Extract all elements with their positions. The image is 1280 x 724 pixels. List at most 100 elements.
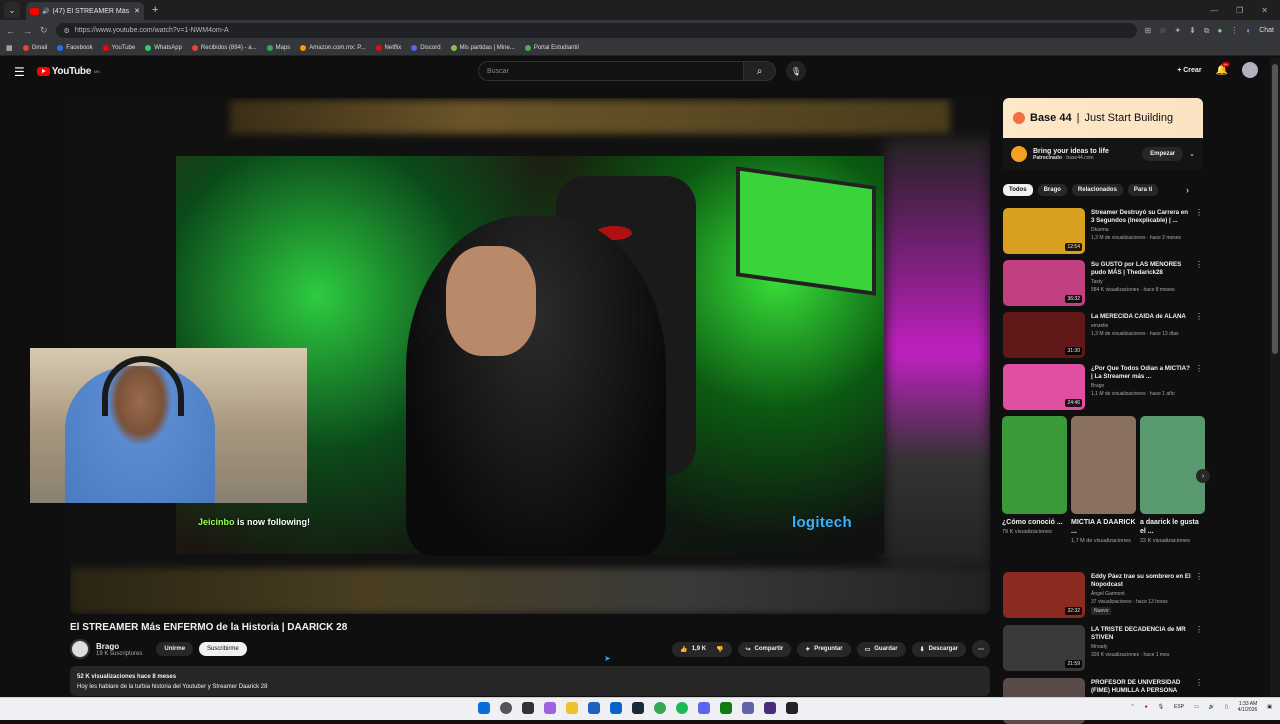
- xbox-icon[interactable]: [720, 702, 732, 714]
- short-thumbnail[interactable]: [1071, 416, 1136, 514]
- terminal-icon[interactable]: [786, 702, 798, 714]
- chat-button[interactable]: Chat: [1259, 27, 1274, 34]
- account-avatar[interactable]: [1242, 62, 1258, 78]
- restore-icon[interactable]: ❐: [1236, 6, 1243, 15]
- notifications-bell-icon[interactable]: 🔔 9+: [1216, 61, 1231, 76]
- download-button[interactable]: ⬇ Descargar: [911, 641, 966, 657]
- tray-mic-icon[interactable]: 🎙: [1158, 704, 1164, 710]
- like-button[interactable]: 👍 1,9 K 👎: [672, 641, 732, 657]
- save-button[interactable]: ▭ Guardar: [856, 641, 906, 657]
- bookmark-item[interactable]: YouTube: [102, 45, 135, 51]
- menu-dots-icon[interactable]: ⋮: [1230, 26, 1238, 35]
- scrollbar-thumb[interactable]: [1272, 64, 1278, 354]
- profile-icon[interactable]: ●: [1218, 26, 1223, 35]
- battery-icon[interactable]: ▯: [1225, 704, 1228, 710]
- more-options-icon[interactable]: ⋮: [1195, 364, 1203, 410]
- chrome-icon[interactable]: [654, 702, 666, 714]
- copilot-taskbar-icon[interactable]: [544, 702, 556, 714]
- video-thumbnail[interactable]: 31:30: [1003, 312, 1085, 358]
- puzzle-icon[interactable]: ⧉: [1204, 26, 1210, 36]
- share-button[interactable]: ↪ Compartir: [737, 641, 792, 657]
- bookmark-item[interactable]: Facebook: [57, 45, 93, 51]
- steam-icon[interactable]: [632, 702, 644, 714]
- filter-chip[interactable]: Para ti: [1127, 184, 1159, 196]
- ad-cta-button[interactable]: Empezar: [1142, 147, 1184, 161]
- voice-search-button[interactable]: 🎙: [786, 61, 806, 81]
- chevron-down-icon[interactable]: ⌄: [1189, 150, 1195, 158]
- site-info-icon[interactable]: ⚙: [64, 27, 70, 35]
- more-options-icon[interactable]: ⋮: [1195, 625, 1203, 671]
- clock[interactable]: 1:33 AM 4/1/2026: [1238, 701, 1257, 713]
- teams-icon[interactable]: [742, 702, 754, 714]
- short-item[interactable]: MICTIA A DAARICK ... 1,7 M de visualizaci…: [1071, 416, 1136, 566]
- close-tab-icon[interactable]: ✕: [134, 7, 140, 15]
- bookmark-item[interactable]: Netflix: [375, 45, 401, 51]
- apps-icon[interactable]: ▦: [6, 44, 13, 52]
- browser-tab-active[interactable]: 🔊 (47) El STREAMER Más ENFERMO ✕: [26, 2, 144, 20]
- video-thumbnail[interactable]: 24:46: [1003, 364, 1085, 410]
- install-icon[interactable]: ⊞: [1145, 26, 1152, 35]
- short-item[interactable]: a daarick le gusta el ... 22 K visualizac…: [1140, 416, 1205, 566]
- store-icon[interactable]: [588, 702, 600, 714]
- network-icon[interactable]: ▭: [1194, 704, 1199, 710]
- more-options-icon[interactable]: ⋮: [1195, 312, 1203, 358]
- reload-icon[interactable]: ↻: [40, 25, 48, 36]
- bookmark-item[interactable]: Maps: [266, 45, 290, 51]
- youtube-logo[interactable]: YouTube MX: [36, 66, 100, 77]
- download-icon[interactable]: ⬇: [1189, 26, 1196, 35]
- video-thumbnail[interactable]: 12:54: [1003, 208, 1085, 254]
- language-indicator[interactable]: ESP: [1174, 704, 1184, 710]
- volume-icon[interactable]: 🔊: [1209, 704, 1215, 710]
- close-window-icon[interactable]: ✕: [1261, 6, 1268, 15]
- tab-search-button[interactable]: ⌄: [4, 2, 20, 18]
- extensions-icon[interactable]: ✦: [1174, 26, 1181, 35]
- filter-chip[interactable]: Todos: [1003, 184, 1033, 196]
- file-explorer-icon[interactable]: [566, 702, 578, 714]
- search-taskbar-icon[interactable]: [500, 702, 512, 714]
- video-description[interactable]: 52 K visualizaciones hace 8 meses Hoy le…: [70, 666, 990, 696]
- spotify-icon[interactable]: [676, 702, 688, 714]
- recommended-video[interactable]: 12:54 Streamer Destruyó su Carrera en 3 S…: [1003, 208, 1203, 254]
- recommended-video[interactable]: 32:32 Eddy Páez trae su sombrero en El No…: [1003, 572, 1203, 618]
- minimize-icon[interactable]: —: [1210, 6, 1218, 15]
- tray-chevron-icon[interactable]: ⌃: [1130, 704, 1134, 710]
- more-options-icon[interactable]: ⋮: [1195, 260, 1203, 306]
- chevron-right-icon[interactable]: ›: [1186, 185, 1189, 195]
- recommended-video[interactable]: 24:46 ¿Por Que Todos Odian a MICTIA? | La…: [1003, 364, 1203, 410]
- bookmark-item[interactable]: Amazon.com.mx: P...: [300, 45, 366, 51]
- ad-banner[interactable]: Base 44 | Just Start Building: [1003, 98, 1203, 138]
- bookmark-item[interactable]: Recibidos (894) - a...: [191, 45, 257, 51]
- search-button[interactable]: ⌕: [744, 61, 776, 81]
- video-thumbnail[interactable]: 32:32: [1003, 572, 1085, 618]
- back-icon[interactable]: ←: [6, 26, 15, 36]
- obs-icon[interactable]: [764, 702, 776, 714]
- channel-avatar[interactable]: [70, 639, 90, 659]
- speaker-icon[interactable]: 🔊: [42, 8, 49, 15]
- ask-button[interactable]: ✦ Preguntar: [797, 641, 851, 657]
- bookmark-item[interactable]: WhatsApp: [145, 45, 182, 51]
- short-thumbnail[interactable]: [1002, 416, 1067, 514]
- short-item[interactable]: ¿Cómo conoció ... 79 K visualizaciones: [1002, 416, 1067, 566]
- discord-taskbar-icon[interactable]: [698, 702, 710, 714]
- search-input[interactable]: Buscar: [478, 61, 744, 81]
- bookmark-star-icon[interactable]: ☆: [1159, 26, 1166, 35]
- recommended-video[interactable]: 31:30 La MERECIDA CAÍDA de ALANA emzelie 1,…: [1003, 312, 1203, 358]
- shorts-next-arrow-icon[interactable]: ›: [1196, 469, 1210, 483]
- hamburger-menu-icon[interactable]: ☰: [14, 65, 25, 79]
- video-thumbnail[interactable]: 21:59: [1003, 625, 1085, 671]
- forward-icon[interactable]: →: [23, 26, 32, 36]
- outlook-icon[interactable]: [610, 702, 622, 714]
- bookmark-item[interactable]: Discord: [411, 45, 441, 51]
- filter-chip[interactable]: Relacionados: [1071, 184, 1123, 196]
- filter-chip[interactable]: Brago: [1037, 184, 1067, 196]
- copilot-icon[interactable]: ◐: [1246, 26, 1251, 35]
- tray-app-icon[interactable]: ●: [1145, 704, 1148, 710]
- task-view-icon[interactable]: [522, 702, 534, 714]
- thumbs-down-icon[interactable]: 👎: [716, 646, 723, 653]
- bookmark-item[interactable]: Mis partidas | Mine...: [450, 45, 515, 51]
- bookmark-item[interactable]: Gmail: [22, 45, 47, 51]
- page-scrollbar[interactable]: [1270, 58, 1280, 696]
- channel-name[interactable]: Brago: [96, 642, 142, 651]
- subscribe-button[interactable]: Suscribirme: [199, 642, 247, 656]
- start-icon[interactable]: [478, 702, 490, 714]
